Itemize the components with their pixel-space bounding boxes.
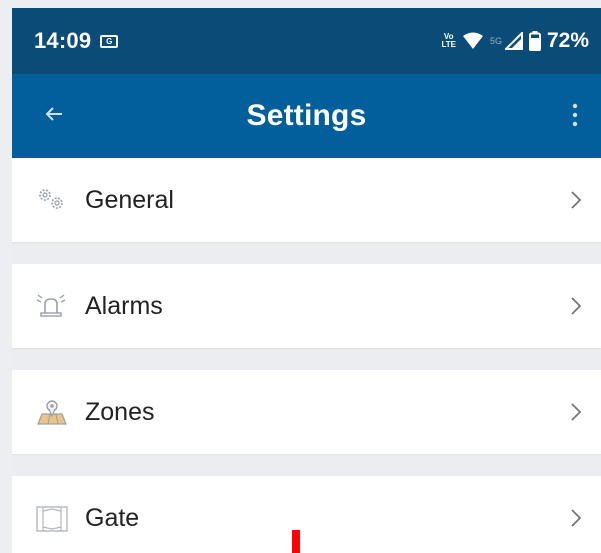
settings-item-general[interactable]: General [12, 158, 601, 242]
more-vertical-icon[interactable] [569, 102, 581, 128]
phone-screen: 14:09 G Vo LTE 5G 72% Settings General A… [12, 8, 601, 553]
chevron-right-icon [571, 403, 582, 421]
clock: 14:09 [34, 28, 92, 53]
chevron-right-icon [571, 509, 582, 527]
volte-icon: Vo LTE [441, 32, 456, 49]
page-title: Settings [246, 99, 367, 132]
status-bar: 14:09 G Vo LTE 5G 72% [12, 8, 601, 74]
map-pin-icon [37, 400, 67, 425]
settings-item-alarms[interactable]: Alarms [12, 264, 601, 348]
settings-item-label: Gate [85, 503, 140, 532]
settings-item-gate[interactable]: Gate [12, 476, 601, 553]
battery-icon [528, 31, 541, 51]
notification-icon: G [100, 34, 119, 48]
gate-icon [36, 506, 68, 532]
settings-item-label: General [85, 185, 174, 214]
app-bar: Settings [12, 74, 601, 158]
chevron-right-icon [571, 297, 582, 315]
settings-item-label: Alarms [85, 291, 163, 320]
status-icons: Vo LTE 5G 72% [441, 29, 589, 53]
signal-icon [504, 32, 523, 50]
settings-list: General Alarms Zones Gate [12, 158, 601, 553]
battery-percent: 72% [546, 29, 589, 52]
network-type: 5G [489, 36, 502, 46]
alarm-siren-icon [36, 294, 66, 317]
settings-item-zones[interactable]: Zones [12, 370, 601, 454]
gears-icon [39, 189, 63, 209]
red-marker [292, 530, 300, 553]
wifi-icon [462, 32, 483, 49]
settings-item-label: Zones [85, 397, 155, 426]
chevron-right-icon [571, 191, 582, 209]
